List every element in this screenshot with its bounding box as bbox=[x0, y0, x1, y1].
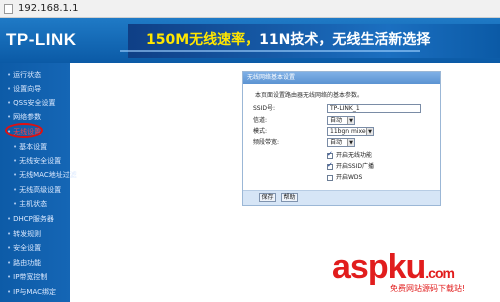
checkbox-unchecked-icon[interactable] bbox=[327, 174, 333, 181]
nav-item-bandwidth-control[interactable]: • IP带宽控制 bbox=[7, 271, 73, 283]
nav-item-security[interactable]: • 安全设置 bbox=[7, 242, 73, 254]
channel-row: 信道: bbox=[253, 116, 299, 125]
bandwidth-select[interactable]: 自动 ▼ bbox=[327, 138, 355, 147]
channel-label: 信道: bbox=[253, 117, 268, 124]
chevron-down-icon: ▼ bbox=[347, 117, 354, 124]
bullet-icon: • bbox=[7, 215, 12, 223]
nav-item-setup-wizard[interactable]: • 设置向导 bbox=[7, 83, 73, 95]
enable-wireless-checkbox[interactable]: 开启无线功能 bbox=[327, 150, 372, 160]
bullet-icon: • bbox=[13, 157, 18, 165]
nav-item-dhcp[interactable]: • DHCP服务器 bbox=[7, 213, 73, 225]
nav-item-status[interactable]: • 运行状态 bbox=[7, 69, 73, 81]
bullet-icon: • bbox=[7, 85, 12, 93]
channel-select[interactable]: 自动 ▼ bbox=[327, 116, 355, 125]
bullet-icon: • bbox=[7, 99, 12, 107]
ssid-label: SSID号: bbox=[253, 105, 276, 112]
enable-ssid-broadcast-checkbox[interactable]: 开启SSID广播 bbox=[327, 161, 374, 171]
nav-subitem-basic[interactable]: • 基本设置 bbox=[13, 141, 79, 153]
watermark: aspku.com 免费网站源码下载站! bbox=[300, 246, 500, 302]
watermark-tagline: 免费网站源码下载站! bbox=[390, 284, 466, 293]
banner-light-streak bbox=[120, 50, 420, 52]
slogan-highlight: 150M无线速率， bbox=[146, 32, 260, 48]
bullet-icon: • bbox=[7, 230, 12, 238]
nav-item-routing[interactable]: • 路由功能 bbox=[7, 257, 73, 269]
bullet-icon: • bbox=[7, 244, 12, 252]
bullet-icon: • bbox=[7, 71, 12, 79]
bullet-icon: • bbox=[13, 186, 18, 194]
chevron-down-icon: ▼ bbox=[366, 128, 373, 135]
bandwidth-label: 频段带宽: bbox=[253, 139, 280, 146]
bullet-icon: • bbox=[13, 171, 18, 179]
help-button[interactable]: 帮助 bbox=[281, 193, 298, 202]
ssid-row: SSID号: bbox=[253, 104, 299, 113]
mode-select[interactable]: 11bgn mixed ▼ bbox=[327, 127, 374, 136]
bullet-icon: • bbox=[7, 273, 12, 281]
nav-item-ip-mac-binding[interactable]: • IP与MAC绑定 bbox=[7, 286, 73, 298]
nav-subitem-host-status[interactable]: • 主机状态 bbox=[13, 198, 79, 210]
panel-title: 无线网络基本设置 bbox=[243, 72, 440, 84]
mode-label: 模式: bbox=[253, 128, 268, 135]
nav-item-network[interactable]: • 网络参数 bbox=[7, 111, 73, 123]
enable-wds-checkbox[interactable]: 开启WDS bbox=[327, 173, 362, 182]
nav-item-forwarding[interactable]: • 转发规则 bbox=[7, 228, 73, 240]
address-url[interactable]: 192.168.1.1 bbox=[18, 2, 78, 16]
checkbox-checked-icon[interactable] bbox=[327, 161, 333, 170]
bullet-icon: • bbox=[13, 143, 18, 151]
panel-footer: 保存 帮助 bbox=[243, 190, 440, 205]
panel-description: 本页面设置路由器无线网络的基本参数。 bbox=[255, 92, 364, 99]
checkbox-checked-icon[interactable] bbox=[327, 150, 333, 159]
router-banner: TP-LINK 150M无线速率，11N技术，无线生活新选择 bbox=[0, 18, 500, 63]
bullet-icon: • bbox=[7, 259, 12, 267]
save-button[interactable]: 保存 bbox=[259, 193, 276, 202]
nav-subitem-wireless-security[interactable]: • 无线安全设置 bbox=[13, 155, 79, 167]
slogan-rest: 11N技术，无线生活新选择 bbox=[259, 32, 431, 48]
ssid-input[interactable]: TP-LINK_1 bbox=[327, 104, 421, 113]
wireless-basic-settings-panel: 无线网络基本设置 本页面设置路由器无线网络的基本参数。 SSID号: TP-LI… bbox=[242, 71, 441, 206]
tp-link-logo: TP-LINK bbox=[6, 30, 77, 49]
mode-row: 模式: bbox=[253, 127, 299, 136]
nav-subitem-advanced[interactable]: • 无线高级设置 bbox=[13, 184, 79, 196]
highlight-circle-annotation bbox=[5, 123, 43, 138]
nav-item-qss[interactable]: • QSS安全设置 bbox=[7, 97, 73, 109]
browser-address-bar[interactable]: 192.168.1.1 bbox=[0, 0, 500, 18]
banner-slogan: 150M无线速率，11N技术，无线生活新选择 bbox=[146, 31, 430, 49]
chevron-down-icon: ▼ bbox=[347, 139, 354, 146]
bullet-icon: • bbox=[7, 288, 12, 296]
bullet-icon: • bbox=[7, 113, 12, 121]
page-icon bbox=[4, 4, 13, 14]
left-navigation: • 运行状态 • 设置向导 • QSS安全设置 • 网络参数 • 无线设置 • 基本设置 •… bbox=[0, 63, 77, 302]
bandwidth-row: 频段带宽: bbox=[253, 138, 299, 147]
nav-subitem-mac-filter[interactable]: • 无线MAC地址过滤 bbox=[13, 169, 79, 181]
bullet-icon: • bbox=[13, 200, 18, 208]
